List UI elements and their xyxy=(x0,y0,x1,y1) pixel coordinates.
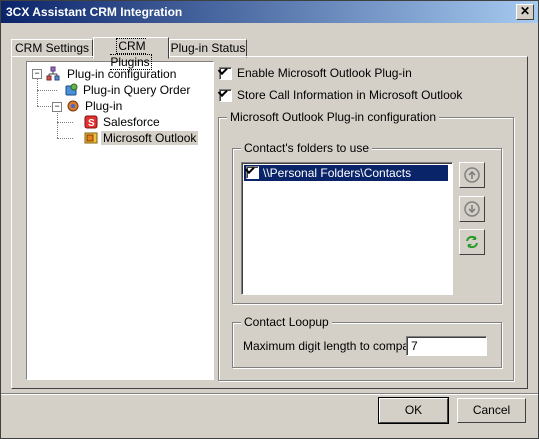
tree-expander-plugin[interactable]: − xyxy=(52,102,62,112)
store-call-info-checkbox-box[interactable] xyxy=(217,87,232,102)
close-button[interactable]: ✕ xyxy=(516,4,534,20)
tree-connector xyxy=(57,122,73,123)
query-order-icon xyxy=(65,83,78,96)
ok-button[interactable]: OK xyxy=(378,397,449,424)
minus-icon: − xyxy=(54,101,60,111)
tree-item-salesforce[interactable]: Salesforce xyxy=(103,115,160,129)
close-icon: ✕ xyxy=(519,4,531,18)
enable-outlook-label: Enable Microsoft Outlook Plug-in xyxy=(237,66,412,80)
store-call-info-label: Store Call Information in Microsoft Outl… xyxy=(237,88,463,102)
outlook-config-group: Microsoft Outlook Plug-in configuration … xyxy=(218,110,514,381)
config-tree-icon xyxy=(46,66,60,81)
footer-separator xyxy=(1,393,538,395)
svg-text:S: S xyxy=(88,118,95,129)
tree-expander-root[interactable]: − xyxy=(32,69,42,79)
max-digit-label: Maximum digit length to compare xyxy=(243,339,420,353)
contact-loopup-group: Contact Loopup Maximum digit length to c… xyxy=(232,315,502,368)
cancel-button[interactable]: Cancel xyxy=(457,398,526,423)
tab-crm-plugins[interactable]: CRM Plugins xyxy=(93,37,169,70)
enable-outlook-checkbox-box[interactable] xyxy=(217,65,232,80)
plugin-gear-icon xyxy=(67,100,79,112)
outlook-config-title: Microsoft Outlook Plug-in configuration xyxy=(227,110,440,124)
dialog-window: 3CX Assistant CRM Integration ✕ CRM Sett… xyxy=(0,0,539,439)
store-call-info-checkbox[interactable]: Store Call Information in Microsoft Outl… xyxy=(217,87,519,104)
tree-connector xyxy=(57,138,73,139)
tree-connector xyxy=(37,106,53,107)
minus-icon: − xyxy=(34,68,40,78)
tree-connector xyxy=(37,76,38,106)
tab-panel: − Plug-in configuration Plug-in Query Or… xyxy=(11,56,528,389)
refresh-icon xyxy=(466,235,478,249)
arrow-up-icon xyxy=(464,167,480,183)
salesforce-icon: S xyxy=(84,115,98,129)
tree-item-plugin-query-order[interactable]: Plug-in Query Order xyxy=(83,83,190,97)
enable-outlook-checkbox[interactable]: Enable Microsoft Outlook Plug-in xyxy=(217,65,519,82)
window-title: 3CX Assistant CRM Integration xyxy=(6,5,183,19)
folder-checkbox[interactable] xyxy=(244,164,259,179)
contact-loopup-title: Contact Loopup xyxy=(241,315,332,329)
checkmark-icon xyxy=(217,87,228,97)
tab-crm-settings-label: CRM Settings xyxy=(14,41,90,55)
tree-item-microsoft-outlook[interactable]: Microsoft Outlook xyxy=(101,131,199,145)
checkmark-icon xyxy=(244,164,255,174)
plugin-tree[interactable]: − Plug-in configuration Plug-in Query Or… xyxy=(26,61,214,380)
max-digit-input[interactable]: 7 xyxy=(406,336,487,356)
tree-item-plugin[interactable]: Plug-in xyxy=(85,99,122,113)
folder-label: \\Personal Folders\Contacts xyxy=(263,166,412,180)
tab-crm-plugins-label: CRM Plugins xyxy=(110,38,152,70)
outlook-icon xyxy=(84,132,98,144)
tab-plugin-status-label: Plug-in Status xyxy=(170,41,246,55)
refresh-button[interactable] xyxy=(459,229,485,255)
arrow-down-icon xyxy=(464,201,480,217)
contact-folders-list[interactable]: \\Personal Folders\Contacts xyxy=(241,162,453,295)
move-up-button[interactable] xyxy=(459,162,485,188)
title-bar[interactable]: 3CX Assistant CRM Integration ✕ xyxy=(1,1,538,23)
tree-connector xyxy=(37,90,57,91)
contact-folders-title: Contact's folders to use xyxy=(241,141,373,155)
tree-connector xyxy=(57,108,58,138)
checkmark-icon xyxy=(217,65,228,75)
list-item[interactable]: \\Personal Folders\Contacts xyxy=(244,164,448,181)
contact-folders-group: Contact's folders to use \\Personal Fold… xyxy=(232,141,502,304)
move-down-button[interactable] xyxy=(459,196,485,222)
